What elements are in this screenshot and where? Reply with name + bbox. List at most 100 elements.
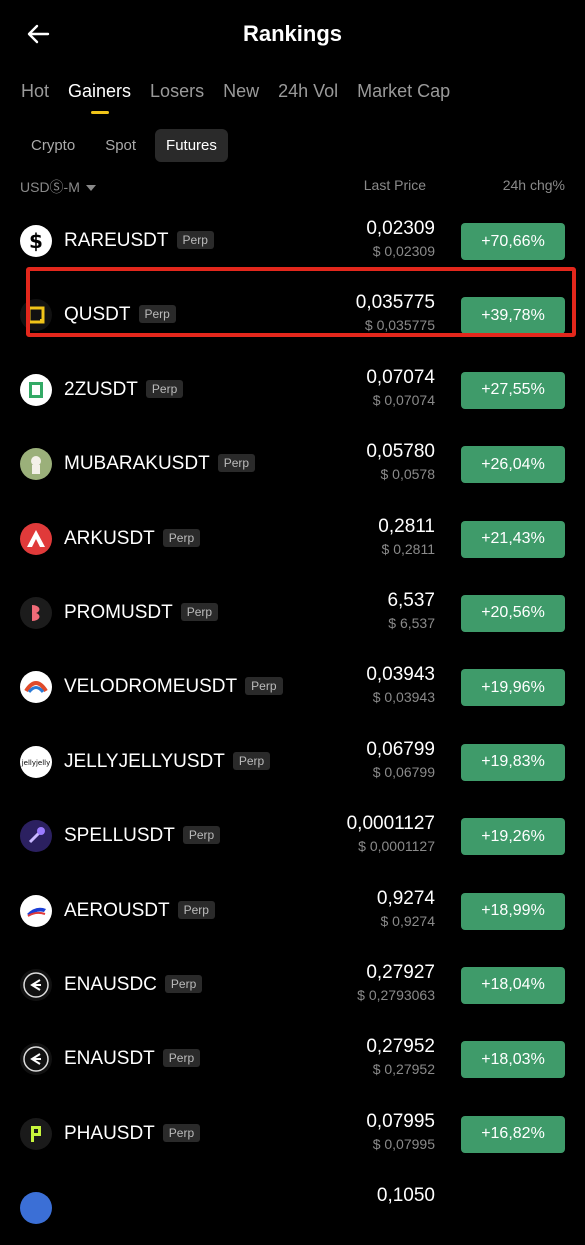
list-item[interactable]: ARKUSDT Perp 0,2811 $ 0,2811 +21,43% [0, 502, 585, 576]
list-item[interactable]: ENAUSDC Perp 0,27927 $ 0,2793063 +18,04% [0, 948, 585, 1022]
q-icon [20, 299, 52, 332]
symbol-label: PROMUSDT [64, 601, 173, 623]
perp-badge: Perp [138, 305, 176, 324]
symbol-name: JELLYJELLYUSDT Perp [64, 751, 271, 773]
price-block: 0,03943 $ 0,03943 [366, 664, 435, 705]
last-price: 6,537 [387, 589, 435, 611]
price-block: 0,05780 $ 0,0578 [366, 441, 435, 482]
last-price: 0,07995 [366, 1110, 435, 1132]
list-item[interactable]: PROMUSDT Perp 6,537 $ 6,537 +20,56% [0, 576, 585, 650]
usd-price: $ 0,2793063 [357, 986, 435, 1003]
usd-price: $ 0,07995 [372, 1135, 435, 1152]
symbol-name: PROMUSDT Perp [64, 601, 219, 624]
list-item[interactable]: AEROUSDT Perp 0,9274 $ 0,9274 +18,99% [0, 874, 585, 948]
usd-price: $ 0,02309 [372, 243, 435, 259]
list-item[interactable]: PHAUSDT Perp 0,07995 $ 0,07995 +16,82% [0, 1097, 585, 1171]
ark-icon [20, 522, 52, 555]
price-block: 0,1050 [377, 1185, 435, 1207]
last-price: 0,07074 [366, 366, 435, 388]
symbol-name: VELODROMEUSDT Perp [64, 676, 283, 698]
rare-icon: $ [20, 225, 52, 257]
change-badge[interactable]: +18,99% [461, 892, 565, 930]
symbol-name: QUSDT Perp [64, 304, 176, 326]
last-price: 0,05780 [366, 441, 435, 463]
list-item[interactable]: VELODROMEUSDT Perp 0,03943 $ 0,03943 +19,96% [0, 650, 585, 724]
usd-price: $ 6,537 [388, 614, 435, 631]
market-filter-dropdown[interactable]: USDⓈ-M [20, 177, 96, 197]
price-block: 0,0001127 $ 0,0001127 [347, 813, 435, 854]
top-bar: Rankings [0, 0, 585, 70]
change-badge[interactable]: +20,56% [461, 594, 565, 632]
ranking-tabs: Hot Gainers Losers New 24h Vol Market Cap [21, 81, 469, 102]
last-price: 0,2811 [378, 515, 435, 537]
change-badge[interactable]: +27,55% [461, 371, 565, 409]
list-item[interactable]: SPELLUSDT Perp 0,0001127 $ 0,0001127 +19,26% [0, 799, 585, 873]
tab-new[interactable]: New [223, 81, 259, 102]
last-price: 0,27927 [366, 961, 435, 983]
last-price: 0,035775 [355, 292, 435, 314]
list-item[interactable]: ENAUSDT Perp 0,27952 $ 0,27952 +18,03% [0, 1022, 585, 1096]
symbol-name: ARKUSDT Perp [64, 527, 201, 550]
usd-price: $ 0,035775 [364, 317, 435, 334]
change-badge[interactable]: +19,83% [461, 743, 565, 781]
symbol-name: RAREUSDT Perp [64, 230, 214, 252]
perp-badge: Perp [162, 1123, 201, 1142]
last-price: 0,02309 [366, 218, 435, 239]
list-item[interactable]: 0,1050 [0, 1171, 585, 1245]
list-item[interactable]: $ RAREUSDT Perp 0,02309 $ 0,02309 +70,66% [0, 204, 585, 278]
last-price: 0,03943 [366, 664, 435, 686]
velodrome-icon [20, 671, 52, 704]
tab-24h-vol[interactable]: 24h Vol [278, 81, 338, 102]
price-block: 0,07995 $ 0,07995 [366, 1111, 435, 1152]
subtab-futures[interactable]: Futures [155, 129, 228, 162]
change-header[interactable]: 24h chg% [503, 177, 565, 193]
symbol-label: ARKUSDT [64, 527, 155, 549]
tab-hot[interactable]: Hot [21, 81, 49, 102]
change-badge[interactable]: +21,43% [461, 520, 565, 558]
mubarak-icon [20, 448, 52, 481]
usd-price: $ 0,0578 [380, 466, 436, 483]
tab-market-cap[interactable]: Market Cap [357, 81, 450, 102]
pha-icon [20, 1117, 52, 1150]
tab-losers[interactable]: Losers [150, 81, 204, 102]
change-badge[interactable]: +16,82% [461, 1115, 565, 1153]
subtab-spot[interactable]: Spot [94, 129, 147, 162]
market-type-tabs: Crypto Spot Futures [20, 129, 228, 162]
symbol-name: 2ZUSDT Perp [64, 379, 184, 401]
ena-icon [20, 1043, 52, 1076]
perp-badge: Perp [232, 751, 271, 770]
2z-icon [20, 373, 52, 406]
list-item[interactable]: 2ZUSDT Perp 0,07074 $ 0,07074 +27,55% [0, 353, 585, 427]
usd-price: $ 0,03943 [372, 689, 435, 706]
change-badge[interactable]: +26,04% [461, 446, 565, 484]
price-block: 0,27952 $ 0,27952 [366, 1036, 435, 1077]
price-block: 0,2811 $ 0,2811 [378, 516, 435, 557]
perp-badge: Perp [176, 231, 214, 249]
perp-badge: Perp [145, 379, 184, 398]
symbol-label: RAREUSDT [64, 230, 169, 251]
change-badge[interactable]: +18,03% [461, 1041, 565, 1079]
list-item[interactable]: QUSDT Perp 0,035775 $ 0,035775 +39,78% [0, 278, 585, 352]
last-price: 0,9274 [376, 887, 435, 909]
symbol-label: AEROUSDT [64, 899, 170, 921]
change-badge[interactable]: +19,96% [461, 669, 565, 707]
symbol-label: ENAUSDC [64, 973, 157, 995]
symbol-label: ENAUSDT [64, 1048, 155, 1070]
list-item[interactable]: MUBARAKUSDT Perp 0,05780 $ 0,0578 +26,04% [0, 427, 585, 501]
change-badge[interactable]: +70,66% [461, 223, 565, 260]
symbol-name: ENAUSDT Perp [64, 1048, 201, 1070]
list-item[interactable]: jellyjelly JELLYJELLYUSDT Perp 0,06799 $ 0,0… [0, 725, 585, 799]
change-badge[interactable]: +19,26% [461, 818, 565, 856]
last-price: 0,06799 [366, 738, 435, 760]
tab-gainers[interactable]: Gainers [68, 81, 131, 102]
perp-badge: Perp [162, 1049, 201, 1068]
price-block: 0,035775 $ 0,035775 [356, 292, 435, 333]
symbol-label: PHAUSDT [64, 1122, 155, 1144]
last-price-header[interactable]: Last Price [364, 177, 426, 193]
change-badge[interactable]: +18,04% [461, 966, 565, 1004]
symbol-name: AEROUSDT Perp [64, 900, 215, 922]
change-badge[interactable]: +39,78% [461, 297, 565, 335]
subtab-crypto[interactable]: Crypto [20, 129, 86, 162]
rankings-list: $ RAREUSDT Perp 0,02309 $ 0,02309 +70,66% QUSD… [0, 204, 585, 1245]
price-block: 0,02309 $ 0,02309 [366, 218, 435, 259]
